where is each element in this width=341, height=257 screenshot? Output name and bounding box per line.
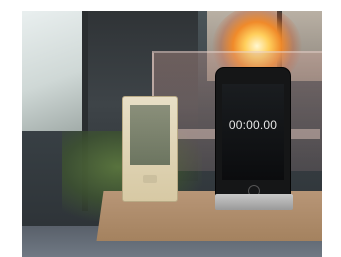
phone-screen: 00:00.00 <box>222 84 284 180</box>
photo: 00:00.00 <box>22 11 322 257</box>
device-screen <box>130 105 170 165</box>
phone-dock <box>215 194 293 210</box>
smartphone: 00:00.00 <box>215 67 291 205</box>
beige-device <box>122 96 178 202</box>
stopwatch-time: 00:00.00 <box>228 118 278 132</box>
device-button <box>143 175 157 183</box>
